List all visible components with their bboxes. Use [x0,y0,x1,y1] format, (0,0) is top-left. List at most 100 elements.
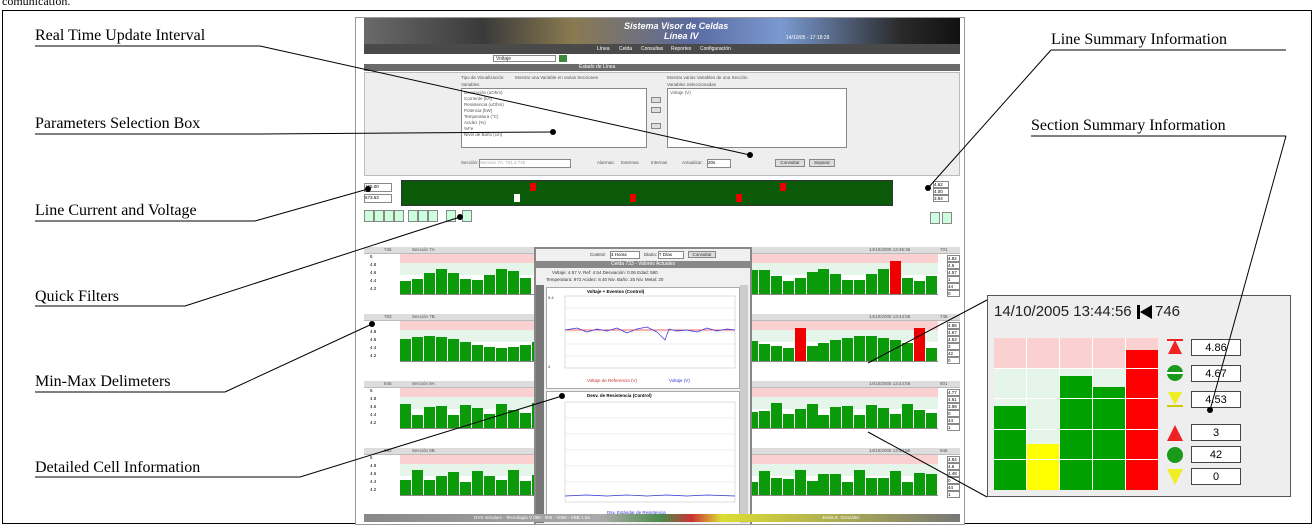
cell-bar[interactable] [902,404,914,429]
cell-bar[interactable] [519,481,531,496]
variable-select[interactable]: Voltaje [493,55,556,62]
cell-bar[interactable] [412,470,423,496]
chart-icon[interactable] [462,210,472,222]
list-item[interactable]: Resistencia (uOhm) [464,102,504,107]
popup-scrollbar[interactable] [740,285,748,523]
cell-bar[interactable] [447,472,459,496]
cell-bar[interactable] [854,415,866,429]
cell-bar[interactable] [483,414,495,429]
cell-bar[interactable] [495,269,507,295]
cell-bar[interactable] [806,272,818,295]
cell-bar[interactable] [830,340,842,362]
cell-bar[interactable] [902,278,914,295]
list-item[interactable]: Corriente (kA) [464,96,492,101]
zoom-cell-bar[interactable] [994,406,1026,490]
menu-item-celda[interactable]: Celda [619,46,632,52]
cell-bar[interactable] [758,411,770,429]
cell-bar[interactable] [412,415,423,429]
list-item[interactable]: Voltaje (V) [670,90,691,95]
cell-bar[interactable] [447,273,459,295]
diario-select[interactable]: 7 Días [658,251,684,259]
cell-bar[interactable] [878,269,890,295]
cell-bar[interactable] [818,474,830,496]
cell-bar[interactable] [782,348,794,362]
cell-bar[interactable] [459,342,471,362]
go-button[interactable] [559,55,567,62]
cell-bar[interactable] [483,476,495,496]
zoom-cell-bar[interactable] [1093,387,1125,490]
move-right-button[interactable] [651,97,661,103]
grid-icon[interactable] [942,212,952,224]
cell-bar[interactable] [400,480,411,496]
cell-bar[interactable] [830,474,842,496]
cell-bar[interactable] [400,281,411,295]
menu-item-reportes[interactable]: Reportes [671,46,691,52]
move-all-right-button[interactable] [651,107,661,113]
cell-bar[interactable] [890,340,902,362]
popup-consult-button[interactable]: Consultar [688,251,716,258]
cell-bar[interactable] [854,336,866,362]
cell-bar[interactable] [866,336,878,362]
cell-bar[interactable] [818,343,830,362]
zoom-cell-bar[interactable] [1126,350,1158,490]
line-alarm-cell[interactable] [736,194,742,202]
cell-bar[interactable] [866,478,878,496]
menu-item-consultas[interactable]: Consultas [641,46,663,52]
cell-bar[interactable] [854,280,866,295]
line-alarm-cell[interactable] [514,194,520,202]
consult-button[interactable]: Consultar [775,159,805,167]
cell-bar[interactable] [758,270,770,295]
cell-bar[interactable] [842,406,854,429]
cell-bar[interactable] [459,482,471,496]
cell-bar[interactable] [770,478,782,496]
update-interval-select[interactable]: 20s [707,159,731,168]
cell-bar[interactable] [914,410,926,429]
cell-bar[interactable] [758,344,770,362]
cell-bar[interactable] [483,347,495,362]
cell-bar[interactable] [878,408,890,429]
cell-bar[interactable] [758,471,770,496]
cell-bar[interactable] [842,482,854,496]
cell-bar[interactable] [794,409,806,429]
cell-bar[interactable] [914,328,926,362]
cell-bar[interactable] [770,346,782,362]
list-item[interactable]: %Fe [464,126,473,131]
cell-bar[interactable] [412,337,423,362]
cell-bar[interactable] [412,279,423,295]
line-alarm-cell[interactable] [780,183,786,191]
filter-icon[interactable] [408,210,418,222]
cell-bar[interactable] [471,471,483,496]
cell-bar[interactable] [507,271,519,295]
viz-option-1[interactable]: Mostrar una Variable en varias Secciones [515,75,598,80]
cell-bar[interactable] [519,278,531,295]
list-item[interactable]: Nivel de Baño (cm) [464,132,502,137]
cell-bar[interactable] [507,410,519,429]
cell-bar[interactable] [890,414,902,429]
cell-bar[interactable] [926,348,937,362]
cell-bar[interactable] [914,281,926,295]
cell-bar[interactable] [400,339,411,362]
cell-bar[interactable] [770,403,782,429]
cell-bar[interactable] [878,338,890,362]
selected-listbox[interactable]: Voltaje (V) [667,88,847,148]
cell-bar[interactable] [435,337,447,362]
filter-icon[interactable] [394,210,404,222]
cell-bar[interactable] [902,482,914,496]
cell-bar[interactable] [830,274,842,295]
cell-bar[interactable] [770,276,782,295]
cell-bar[interactable] [471,345,483,362]
cell-bar[interactable] [435,269,447,295]
cell-bar[interactable] [471,280,483,295]
cell-bar[interactable] [842,280,854,295]
cell-bar[interactable] [459,405,471,429]
cell-bar[interactable] [495,348,507,362]
cell-bar[interactable] [782,281,794,295]
alarm-external-radio[interactable]: Externas [621,160,639,165]
cell-bar[interactable] [782,479,794,496]
cell-bar[interactable] [447,415,459,429]
zoom-cell-bar[interactable] [1060,376,1092,490]
cell-bar[interactable] [854,470,866,496]
line-overview-bar[interactable] [401,180,893,206]
cell-bar[interactable] [794,328,806,362]
cell-bar[interactable] [866,405,878,429]
